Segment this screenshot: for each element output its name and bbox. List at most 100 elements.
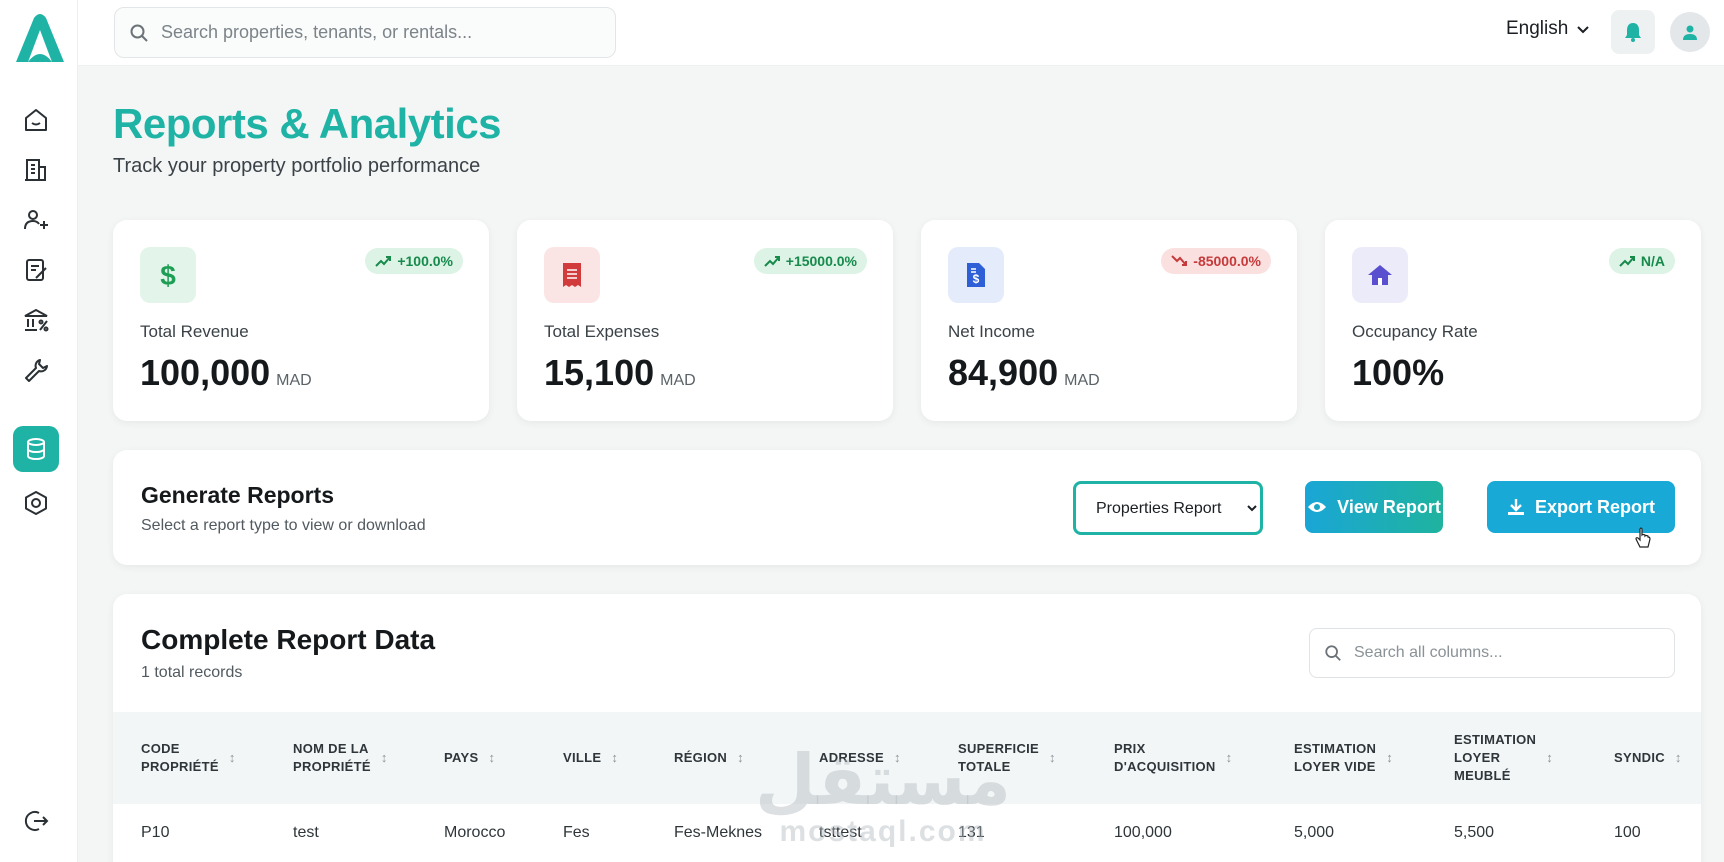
stat-value: 100% <box>1352 352 1445 393</box>
table-cell: test <box>293 824 319 841</box>
stat-icon-box: $ <box>948 247 1004 303</box>
trend-down-icon <box>1171 255 1188 266</box>
stat-icon-box <box>544 247 600 303</box>
building-icon <box>25 159 46 181</box>
sort-icon: ↕ <box>380 750 388 765</box>
table-cell: tsttest <box>819 824 862 841</box>
edit-document-icon <box>26 259 47 281</box>
invoice-icon: $ <box>967 263 985 287</box>
column-header-country[interactable]: PAYS ↕ <box>444 712 495 804</box>
generate-reports-panel: Generate Reports Select a report type to… <box>113 450 1701 565</box>
trend-up-icon <box>764 256 780 267</box>
stat-trend-badge: -85000.0% <box>1161 248 1271 274</box>
report-type-select[interactable]: Properties Report <box>1073 481 1263 535</box>
sidebar-item-tenants[interactable] <box>13 197 59 243</box>
column-header-name[interactable]: NOM DE LA PROPRIÉTÉ ↕ <box>293 712 388 804</box>
stat-icon-box: $ <box>140 247 196 303</box>
table-cell: 131 <box>958 824 985 841</box>
table-search[interactable] <box>1309 628 1675 678</box>
global-search-input[interactable] <box>161 22 581 43</box>
sort-icon: ↕ <box>611 750 619 765</box>
table-cell: 100 <box>1614 824 1641 841</box>
app-logo[interactable] <box>12 12 68 66</box>
svg-text:$: $ <box>973 272 980 286</box>
sort-icon: ↕ <box>1386 750 1394 765</box>
sort-icon: ↕ <box>1225 750 1233 765</box>
table-cell: 5,000 <box>1294 824 1335 841</box>
sort-icon: ↕ <box>228 750 236 765</box>
user-icon <box>1683 25 1697 40</box>
column-header-address[interactable]: ADRESSE ↕ <box>819 712 901 804</box>
stat-value: 100,000 MAD <box>140 352 312 393</box>
column-header-area[interactable]: SUPERFICIE TOTALE ↕ <box>958 712 1056 804</box>
sidebar-item-settings[interactable] <box>13 480 59 526</box>
trend-up-icon <box>375 256 392 267</box>
stat-label: Occupancy Rate <box>1352 322 1478 341</box>
column-header-region[interactable]: RÉGION ↕ <box>674 712 744 804</box>
stat-label: Total Revenue <box>140 322 249 341</box>
trend-up-icon <box>1619 256 1635 267</box>
report-data-title: Complete Report Data <box>141 624 436 655</box>
sort-icon: ↕ <box>893 750 901 765</box>
sidebar-item-properties[interactable] <box>13 147 59 193</box>
dollar-icon: $ <box>160 260 176 290</box>
column-header-furnished-rent[interactable]: ESTIMATION LOYER MEUBLÉ ↕ <box>1454 712 1553 804</box>
stat-trend-badge: +15000.0% <box>753 248 867 274</box>
table-cell: 5,500 <box>1454 824 1495 841</box>
users-add-icon <box>24 210 48 230</box>
stat-card-expenses: +15000.0% Total Expenses 15,100 MAD <box>517 220 893 421</box>
settings-hexagon-icon <box>25 491 47 515</box>
generate-reports-title: Generate Reports <box>141 482 335 508</box>
sidebar-item-contracts[interactable] <box>13 247 59 293</box>
sidebar-item-reports[interactable] <box>13 426 59 472</box>
stat-value: 15,100 MAD <box>544 352 696 393</box>
database-icon <box>27 438 45 461</box>
sort-icon: ↕ <box>488 750 496 765</box>
stat-card-occupancy: N/A Occupancy Rate 100% <box>1325 220 1701 421</box>
sidebar-item-home[interactable] <box>13 97 59 143</box>
export-report-button[interactable]: Export Report <box>1487 481 1675 533</box>
column-header-price[interactable]: PRIX D'ACQUISITION ↕ <box>1114 712 1232 804</box>
global-search[interactable] <box>114 7 616 58</box>
language-label: English <box>1506 18 1569 39</box>
table-cell: Fes-Meknes <box>674 824 763 841</box>
logo-icon <box>16 14 64 62</box>
user-avatar[interactable] <box>1670 12 1710 52</box>
stat-trend-badge: N/A <box>1608 248 1675 274</box>
sidebar-item-maintenance[interactable] <box>13 347 59 393</box>
sidebar-item-finance[interactable] <box>13 297 59 343</box>
hand-cursor-icon <box>1635 527 1651 548</box>
logout-button[interactable] <box>13 798 59 844</box>
home-icon <box>1368 265 1392 285</box>
bell-icon <box>1625 23 1641 42</box>
table-cell: 100,000 <box>1114 824 1172 841</box>
sort-icon: ↕ <box>1546 750 1554 765</box>
receipt-icon <box>563 263 581 287</box>
search-icon <box>130 24 148 42</box>
table-cell: Fes <box>563 824 590 841</box>
column-header-empty-rent[interactable]: ESTIMATION LOYER VIDE ↕ <box>1294 712 1393 804</box>
notifications-button[interactable] <box>1611 10 1655 54</box>
view-report-button[interactable]: View Report <box>1305 481 1443 533</box>
column-header-city[interactable]: VILLE ↕ <box>563 712 618 804</box>
stat-card-revenue: $ +100.0% Total Revenue 100,000 MAD <box>113 220 489 421</box>
column-header-code[interactable]: CODE PROPRIÉTÉ ↕ <box>141 712 236 804</box>
download-icon <box>1507 499 1524 515</box>
logout-icon <box>24 811 49 831</box>
table-cell: P10 <box>141 824 170 841</box>
table-search-input[interactable] <box>1354 644 1654 662</box>
wrench-icon <box>25 359 48 382</box>
column-header-syndic[interactable]: SYNDIC ↕ <box>1614 712 1682 804</box>
report-data-panel: Complete Report Data 1 total records COD… <box>113 594 1701 862</box>
chevron-down-icon <box>1577 26 1590 34</box>
stat-icon-box <box>1352 247 1408 303</box>
search-icon <box>1325 645 1341 661</box>
stat-value: 84,900 MAD <box>948 352 1100 393</box>
stat-card-net-income: $ -85000.0% Net Income 84,900 MAD <box>921 220 1297 421</box>
record-count: 1 total records <box>141 664 243 681</box>
home-icon <box>25 109 47 131</box>
stat-label: Total Expenses <box>544 322 660 341</box>
stat-trend-badge: +100.0% <box>365 248 463 274</box>
language-selector[interactable]: English <box>1506 18 1590 40</box>
page-title: Reports & Analytics <box>113 100 502 147</box>
